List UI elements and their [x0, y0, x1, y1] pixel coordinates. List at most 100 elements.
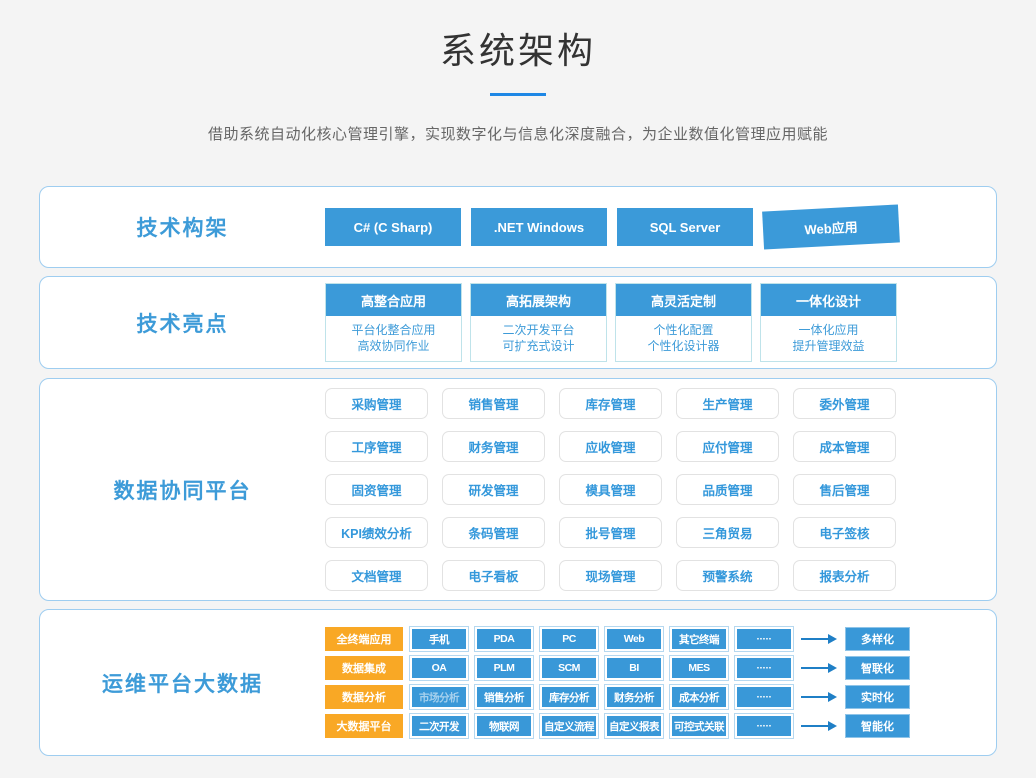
module-chip-quality[interactable]: 品质管理: [676, 474, 779, 505]
node-chip-sales-analysis[interactable]: 销售分析: [475, 685, 533, 709]
module-chip-fixed-assets[interactable]: 固资管理: [325, 474, 428, 505]
result-chip-realtime[interactable]: 实时化: [845, 685, 910, 709]
page-header: 系统架构 借助系统自动化核心管理引擎，实现数字化与信息化深度融合，为企业数值化管…: [0, 0, 1036, 144]
node-chip-mes[interactable]: MES: [670, 656, 728, 680]
module-chip-production[interactable]: 生产管理: [676, 388, 779, 419]
card-title: 高拓展架构: [471, 284, 606, 316]
title-underline: [490, 93, 546, 96]
node-chip-inventory-analysis[interactable]: 库存分析: [540, 685, 598, 709]
card-title: 高灵活定制: [616, 284, 751, 316]
module-chip-onsite[interactable]: 现场管理: [559, 560, 662, 591]
node-chip-more[interactable]: ·····: [735, 714, 793, 738]
tech-button-sqlserver[interactable]: SQL Server: [617, 208, 753, 246]
tech-button-dotnet[interactable]: .NET Windows: [471, 208, 607, 246]
bigdata-flow: 全终端应用 手机 PDA PC Web 其它终端 ····· 多样化 数据集成 …: [325, 627, 996, 738]
module-chip-esign[interactable]: 电子签核: [793, 517, 896, 548]
node-chip-finance-analysis[interactable]: 财务分析: [605, 685, 663, 709]
module-chip-triangle-trade[interactable]: 三角贸易: [676, 517, 779, 548]
bigdata-label: 运维平台大数据: [102, 673, 263, 696]
bigdata-row-platform: 大数据平台 二次开发 物联网 自定义流程 自定义报表 可控式关联 ····· 智…: [325, 714, 996, 738]
card-line: 平台化整合应用: [326, 322, 461, 338]
node-chip-secondary-dev[interactable]: 二次开发: [410, 714, 468, 738]
node-chip-market-analysis[interactable]: 市场分析: [410, 685, 468, 709]
module-chip-outsourcing[interactable]: 委外管理: [793, 388, 896, 419]
node-chip-controlled-link[interactable]: 可控式关联: [670, 714, 728, 738]
module-grid: 采购管理 销售管理 库存管理 生产管理 委外管理 工序管理 财务管理 应收管理 …: [325, 388, 996, 591]
module-chip-inventory[interactable]: 库存管理: [559, 388, 662, 419]
highlight-card-integration: 高整合应用 平台化整合应用 高效协同作业: [325, 283, 462, 362]
tech-button-web[interactable]: Web应用: [762, 204, 900, 249]
module-chip-process[interactable]: 工序管理: [325, 431, 428, 462]
node-chip-pc[interactable]: PC: [540, 627, 598, 651]
category-chip-terminals[interactable]: 全终端应用: [325, 627, 403, 651]
node-chip-cost-analysis[interactable]: 成本分析: [670, 685, 728, 709]
data-platform-label: 数据协同平台: [114, 480, 252, 503]
highlight-card-customization: 高灵活定制 个性化配置 个性化设计器: [615, 283, 752, 362]
node-chip-bi[interactable]: BI: [605, 656, 663, 680]
module-chip-report[interactable]: 报表分析: [793, 560, 896, 591]
node-chip-more[interactable]: ·····: [735, 656, 793, 680]
card-title: 高整合应用: [326, 284, 461, 316]
module-chip-finance[interactable]: 财务管理: [442, 431, 545, 462]
category-chip-bigdata-platform[interactable]: 大数据平台: [325, 714, 403, 738]
module-grid-row: 固资管理 研发管理 模具管理 品质管理 售后管理: [325, 474, 996, 505]
module-grid-row: 工序管理 财务管理 应收管理 应付管理 成本管理: [325, 431, 996, 462]
node-chip-scm[interactable]: SCM: [540, 656, 598, 680]
category-chip-integration[interactable]: 数据集成: [325, 656, 403, 680]
section-highlights: 技术亮点 高整合应用 平台化整合应用 高效协同作业 高拓展架构 二次开发平台 可…: [39, 276, 997, 369]
bigdata-row-integration: 数据集成 OA PLM SCM BI MES ····· 智联化: [325, 656, 996, 680]
arrow-right-icon: [801, 685, 837, 709]
bigdata-row-terminals: 全终端应用 手机 PDA PC Web 其它终端 ····· 多样化: [325, 627, 996, 651]
module-chip-sales[interactable]: 销售管理: [442, 388, 545, 419]
node-chip-custom-flow[interactable]: 自定义流程: [540, 714, 598, 738]
card-line: 二次开发平台: [471, 322, 606, 338]
arrow-right-icon: [801, 714, 837, 738]
module-chip-cost[interactable]: 成本管理: [793, 431, 896, 462]
highlight-cards-row: 高整合应用 平台化整合应用 高效协同作业 高拓展架构 二次开发平台 可扩充式设计…: [325, 283, 996, 362]
card-line: 个性化设计器: [616, 338, 751, 354]
card-line: 可扩充式设计: [471, 338, 606, 354]
module-chip-document[interactable]: 文档管理: [325, 560, 428, 591]
result-chip-intelligent[interactable]: 智能化: [845, 714, 910, 738]
card-title: 一体化设计: [761, 284, 896, 316]
bigdata-row-analysis: 数据分析 市场分析 销售分析 库存分析 财务分析 成本分析 ····· 实时化: [325, 685, 996, 709]
node-chip-plm[interactable]: PLM: [475, 656, 533, 680]
node-chip-more[interactable]: ·····: [735, 685, 793, 709]
tech-stack-label: 技术构架: [137, 217, 229, 240]
node-chip-more[interactable]: ·····: [735, 627, 793, 651]
module-chip-batch[interactable]: 批号管理: [559, 517, 662, 548]
node-chip-pda[interactable]: PDA: [475, 627, 533, 651]
module-chip-aftersales[interactable]: 售后管理: [793, 474, 896, 505]
node-chip-custom-report[interactable]: 自定义报表: [605, 714, 663, 738]
module-grid-row: 采购管理 销售管理 库存管理 生产管理 委外管理: [325, 388, 996, 419]
card-line: 一体化应用: [761, 322, 896, 338]
module-chip-receivable[interactable]: 应收管理: [559, 431, 662, 462]
node-chip-web[interactable]: Web: [605, 627, 663, 651]
page-title: 系统架构: [0, 22, 1036, 74]
module-chip-purchase[interactable]: 采购管理: [325, 388, 428, 419]
module-chip-kpi[interactable]: KPI绩效分析: [325, 517, 428, 548]
module-grid-row: KPI绩效分析 条码管理 批号管理 三角贸易 电子签核: [325, 517, 996, 548]
module-chip-rnd[interactable]: 研发管理: [442, 474, 545, 505]
node-chip-iot[interactable]: 物联网: [475, 714, 533, 738]
module-chip-kanban[interactable]: 电子看板: [442, 560, 545, 591]
result-chip-diversified[interactable]: 多样化: [845, 627, 910, 651]
tech-button-csharp[interactable]: C# (C Sharp): [325, 208, 461, 246]
result-chip-connected[interactable]: 智联化: [845, 656, 910, 680]
node-chip-oa[interactable]: OA: [410, 656, 468, 680]
module-chip-mold[interactable]: 模具管理: [559, 474, 662, 505]
arrow-right-icon: [801, 627, 837, 651]
tech-buttons-row: C# (C Sharp) .NET Windows SQL Server Web…: [325, 208, 996, 246]
system-architecture-page: 系统架构 借助系统自动化核心管理引擎，实现数字化与信息化深度融合，为企业数值化管…: [0, 0, 1036, 778]
card-line: 提升管理效益: [761, 338, 896, 354]
section-tech-stack: 技术构架 C# (C Sharp) .NET Windows SQL Serve…: [39, 186, 997, 268]
category-chip-analysis[interactable]: 数据分析: [325, 685, 403, 709]
module-chip-barcode[interactable]: 条码管理: [442, 517, 545, 548]
node-chip-mobile[interactable]: 手机: [410, 627, 468, 651]
module-chip-alert[interactable]: 预警系统: [676, 560, 779, 591]
highlight-card-unified: 一体化设计 一体化应用 提升管理效益: [760, 283, 897, 362]
arrow-right-icon: [801, 656, 837, 680]
node-chip-other-terminal[interactable]: 其它终端: [670, 627, 728, 651]
section-data-platform: 数据协同平台 采购管理 销售管理 库存管理 生产管理 委外管理 工序管理 财务管…: [39, 378, 997, 601]
module-chip-payable[interactable]: 应付管理: [676, 431, 779, 462]
